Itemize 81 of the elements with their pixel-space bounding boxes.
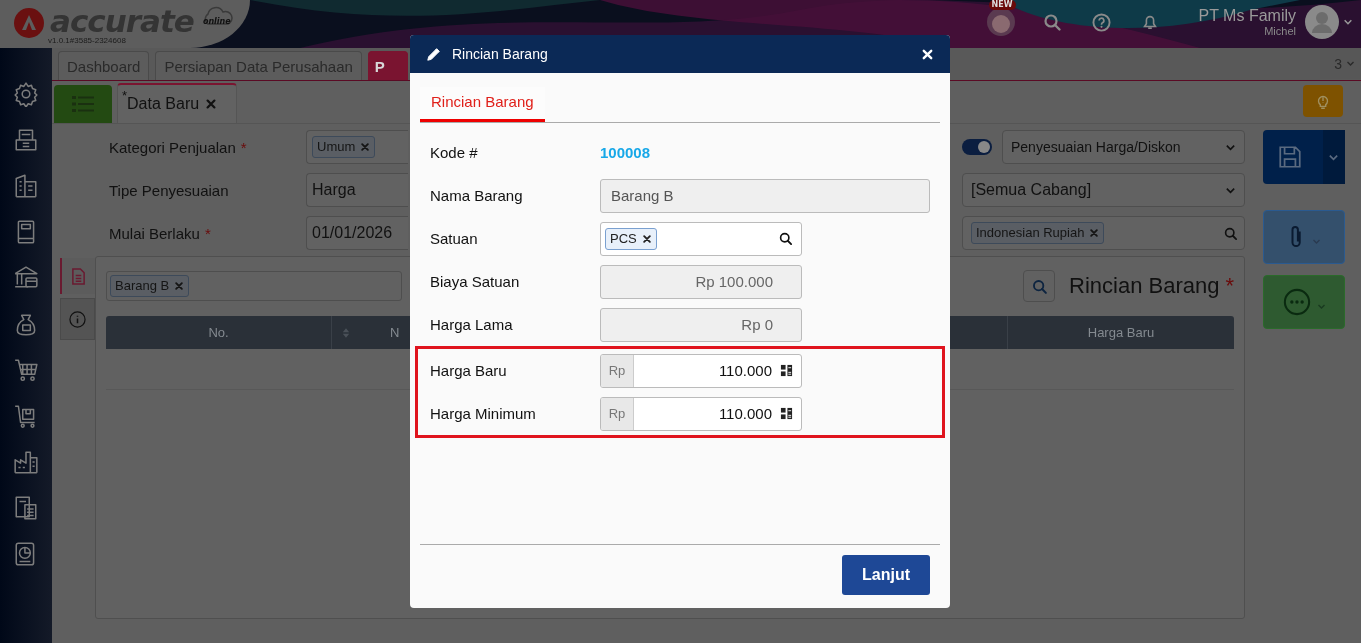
field-label: Satuan <box>430 230 479 247</box>
column-header: N <box>390 325 400 340</box>
avatar-icon[interactable] <box>985 7 1016 37</box>
tag-chip[interactable]: Barang B <box>110 275 190 297</box>
user-avatar-icon[interactable] <box>1304 4 1340 40</box>
type-dropdown[interactable]: Penyesuaian Harga/Diskon <box>1002 130 1245 164</box>
company-name: PT Ms Family <box>1198 7 1296 25</box>
close-icon[interactable] <box>921 47 934 61</box>
chevron-down-icon[interactable] <box>1343 17 1353 27</box>
info-icon <box>69 310 86 328</box>
factory-icon[interactable] <box>13 449 39 475</box>
readonly-field: Rp 100.000 <box>600 264 802 299</box>
item-code-link[interactable]: 100008 <box>600 144 651 161</box>
document-icon <box>71 267 86 285</box>
tag-label: PCS <box>610 229 637 248</box>
name-field: Barang B <box>600 178 930 213</box>
field-label: Kode # <box>430 144 479 161</box>
field-label: Kategori Penjualan <box>109 138 236 156</box>
continue-button[interactable]: Lanjut <box>842 555 930 595</box>
required-mark: * <box>240 138 247 156</box>
tax-document-icon[interactable] <box>13 495 39 521</box>
currency-prefix: Rp <box>601 397 634 430</box>
building-icon[interactable] <box>13 173 39 199</box>
tag-label: Umum <box>317 138 356 156</box>
search-icon <box>1030 277 1048 295</box>
remove-icon[interactable] <box>641 233 652 244</box>
tag-chip[interactable]: Indonesian Rupiah <box>971 222 1105 244</box>
help-icon[interactable] <box>1091 12 1111 32</box>
dialog-title: Rincian Barang <box>452 46 549 62</box>
tag-label: Indonesian Rupiah <box>976 224 1085 242</box>
page-tab[interactable]: P <box>367 51 408 80</box>
settings-icon[interactable] <box>13 81 39 107</box>
field-label: Nama Barang <box>430 187 524 204</box>
version-label: v1.0.1#3585-2324608 <box>48 36 127 45</box>
item-field[interactable]: Barang B <box>106 271 402 301</box>
calculator-icon[interactable] <box>780 364 793 377</box>
calculator-icon[interactable] <box>780 407 793 420</box>
search-button[interactable] <box>1023 270 1055 302</box>
user-name: Michel <box>1264 25 1296 37</box>
list-icon <box>72 95 94 113</box>
currency-prefix: Rp <box>601 354 634 387</box>
branch-dropdown[interactable]: [Semua Cabang] <box>962 173 1245 207</box>
field-label: Harga Baru <box>430 362 508 379</box>
save-icon <box>1276 144 1303 170</box>
field-label: Harga Lama <box>430 316 514 333</box>
tag-label: Barang B <box>115 277 170 295</box>
tab-label: Data Baru <box>127 95 200 113</box>
save-button[interactable] <box>1263 130 1345 184</box>
search-icon[interactable] <box>778 231 793 246</box>
tag-chip[interactable]: Umum <box>312 136 376 158</box>
category-field[interactable]: Umum <box>306 130 408 164</box>
price-field[interactable]: Rp 110.000 <box>600 396 802 431</box>
field-label: Tipe Penyesuaian <box>109 181 229 199</box>
currency-field[interactable]: Indonesian Rupiah <box>962 216 1245 250</box>
document-tab[interactable]: *Data Baru <box>117 83 237 123</box>
panel-title: Rincian Barang <box>1069 273 1220 299</box>
new-badge: NEW <box>988 0 1016 10</box>
price-field[interactable]: Rp 110.000 <box>600 353 802 388</box>
field-label: Biaya Satuan <box>430 273 521 290</box>
field-label: Harga Minimum <box>430 405 537 422</box>
readonly-field: Rp 0 <box>600 307 802 342</box>
select-field[interactable]: Harga <box>306 173 408 207</box>
field-label: Mulai Berlaku <box>109 224 200 242</box>
price-value: 110.000 <box>717 362 773 379</box>
modified-mark: * <box>122 88 128 103</box>
unit-field[interactable]: PCS <box>600 221 802 256</box>
toggle-switch[interactable] <box>962 139 992 155</box>
required-mark: * <box>204 224 211 242</box>
tag-chip[interactable]: PCS <box>605 227 657 250</box>
column-header: No. <box>106 316 332 349</box>
more-icon <box>1282 288 1311 316</box>
chevron-down-icon <box>1346 59 1355 68</box>
logo-subtitle: online <box>202 17 231 26</box>
date-field[interactable]: 01/01/2026 <box>306 216 408 250</box>
column-header: Harga Baru <box>1007 316 1234 349</box>
logo-icon <box>14 8 44 38</box>
pencil-icon <box>426 46 442 62</box>
required-mark: * <box>1225 273 1234 299</box>
shopping-cart-icon[interactable] <box>13 357 39 383</box>
fax-machine-icon[interactable] <box>13 127 39 153</box>
price-value: 110.000 <box>717 405 773 422</box>
